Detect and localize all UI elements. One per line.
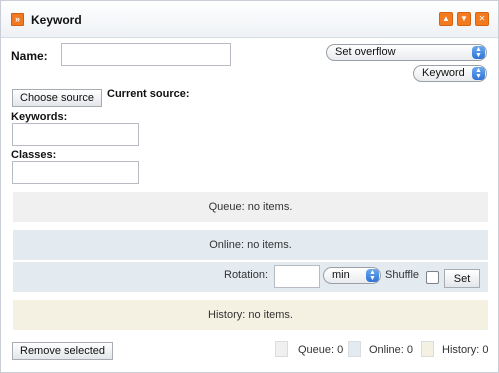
history-list[interactable]: History: no items. bbox=[13, 300, 488, 330]
title-bar: » Keyword ▲ ▼ ✕ bbox=[1, 1, 498, 38]
rotation-input[interactable] bbox=[274, 265, 320, 288]
shuffle-label: Shuffle bbox=[385, 269, 420, 281]
keywords-label: Keywords: bbox=[11, 111, 68, 123]
queue-list[interactable]: Queue: no items. bbox=[13, 192, 488, 222]
name-input[interactable] bbox=[61, 43, 231, 66]
online-empty-text: Online: no items. bbox=[209, 239, 292, 251]
queue-count: Queue: 0 bbox=[298, 344, 344, 356]
remove-selected-button[interactable]: Remove selected bbox=[12, 342, 113, 360]
set-rotation-button[interactable]: Set bbox=[444, 269, 480, 288]
history-legend-swatch bbox=[421, 341, 434, 357]
panel-expand-icon[interactable]: » bbox=[11, 13, 24, 26]
online-list[interactable]: Online: no items. bbox=[13, 230, 488, 260]
select-arrows-icon: ▲ ▼ bbox=[366, 269, 379, 282]
minimize-icon[interactable]: ▲ bbox=[439, 12, 453, 26]
current-source-label: Current source: bbox=[107, 88, 190, 100]
overflow-select-value: Set overflow bbox=[335, 46, 396, 58]
classes-label: Classes: bbox=[11, 149, 57, 161]
rotation-unit-value: min bbox=[332, 269, 350, 281]
queue-legend-swatch bbox=[275, 341, 288, 357]
choose-source-button[interactable]: Choose source bbox=[12, 89, 102, 107]
online-count: Online: 0 bbox=[369, 344, 414, 356]
history-count: History: 0 bbox=[442, 344, 489, 356]
queue-empty-text: Queue: no items. bbox=[208, 201, 293, 213]
rotation-unit-select[interactable]: min ▲ ▼ bbox=[323, 267, 381, 284]
shuffle-checkbox[interactable] bbox=[426, 271, 439, 284]
name-label: Name: bbox=[11, 49, 48, 63]
type-select[interactable]: Keyword ▲ ▼ bbox=[413, 65, 487, 82]
overflow-select[interactable]: Set overflow ▲ ▼ bbox=[326, 44, 487, 61]
online-legend-swatch bbox=[348, 341, 361, 357]
panel-title: Keyword bbox=[31, 13, 82, 27]
type-select-value: Keyword bbox=[422, 67, 465, 79]
classes-input[interactable] bbox=[12, 161, 139, 184]
keywords-input[interactable] bbox=[12, 123, 139, 146]
rotation-label: Rotation: bbox=[224, 269, 269, 281]
close-icon[interactable]: ✕ bbox=[475, 12, 489, 26]
maximize-icon[interactable]: ▼ bbox=[457, 12, 471, 26]
history-empty-text: History: no items. bbox=[208, 309, 293, 321]
select-arrows-icon: ▲ ▼ bbox=[472, 67, 485, 80]
keyword-panel: » Keyword ▲ ▼ ✕ Name: Set overflow ▲ ▼ Ke… bbox=[0, 0, 499, 373]
select-arrows-icon: ▲ ▼ bbox=[472, 46, 485, 59]
